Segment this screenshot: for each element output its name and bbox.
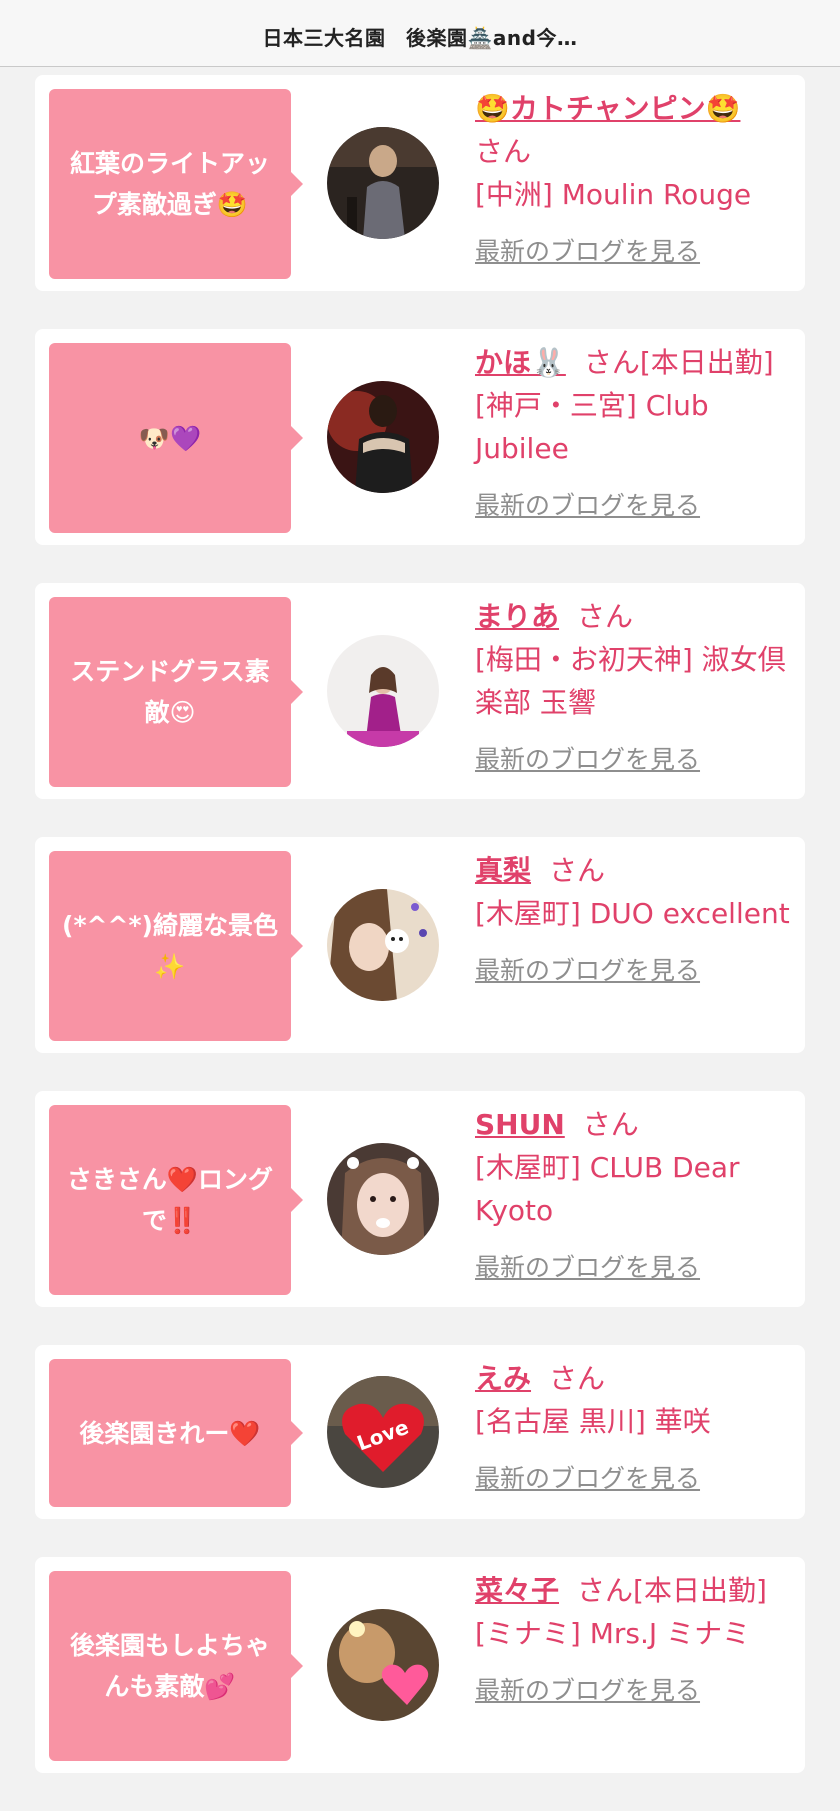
- host-name-link[interactable]: えみ: [475, 1362, 531, 1395]
- host-info: 真梨 さん [木屋町] DUO excellent 最新のブログを見る: [475, 849, 795, 992]
- avatar[interactable]: [327, 889, 439, 1001]
- list-item[interactable]: ステンドグラス素敵😍 まりあ さん [梅田・お初天神] 淑女倶楽部 玉響 最新のブ…: [35, 583, 805, 799]
- shop-name: [梅田・お初天神] 淑女倶楽部 玉響: [475, 643, 786, 719]
- list-item[interactable]: 🐶💜 かほ🐰 さん[本日出勤] [神戸・三宮] Club Jubilee 最新のブ…: [35, 329, 805, 545]
- honorific: さん: [549, 854, 606, 887]
- latest-blog-link[interactable]: 最新のブログを見る: [475, 1669, 795, 1712]
- page-title: 日本三大名園 後楽園🏯and今…: [262, 25, 578, 50]
- host-name-link[interactable]: かほ🐰: [475, 346, 566, 379]
- host-info: 菜々子 さん[本日出勤] [ミナミ] Mrs.J ミナミ 最新のブログを見る: [475, 1569, 795, 1712]
- comment-bubble: 🐶💜: [49, 343, 303, 533]
- list-item[interactable]: (*^^*)綺麗な景色✨ 真梨 さん [木屋町] DUO excellent 最新…: [35, 837, 805, 1053]
- comment-bubble: さきさん❤️ロングで‼️: [49, 1105, 303, 1295]
- host-name-link[interactable]: 真梨: [475, 854, 531, 887]
- host-name-link[interactable]: まりあ: [475, 600, 559, 633]
- shop-name: [ミナミ] Mrs.J ミナミ: [475, 1617, 751, 1650]
- avatar[interactable]: Love: [327, 1376, 439, 1488]
- comment-bubble: (*^^*)綺麗な景色✨: [49, 851, 303, 1041]
- comment-bubble: 後楽園きれー❤️: [49, 1359, 303, 1507]
- latest-blog-link[interactable]: 最新のブログを見る: [475, 484, 795, 527]
- honorific: さん[本日出勤]: [577, 1574, 767, 1607]
- host-info: 🤩カトチャンピン🤩 さん [中洲] Moulin Rouge 最新のブログを見る: [475, 87, 795, 273]
- list-item[interactable]: 後楽園きれー❤️ Love えみ さん [名古屋 黒川] 華咲 最新のブログを見る: [35, 1345, 805, 1519]
- latest-blog-link[interactable]: 最新のブログを見る: [475, 1246, 795, 1289]
- shop-name: [中洲] Moulin Rouge: [475, 178, 752, 211]
- avatar[interactable]: [327, 381, 439, 493]
- host-info: えみ さん [名古屋 黒川] 華咲 最新のブログを見る: [475, 1357, 795, 1500]
- list-item[interactable]: 後楽園もしよちゃんも素敵💕 菜々子 さん[本日出勤] [ミナミ] Mrs.J ミナ…: [35, 1557, 805, 1773]
- honorific: さん: [475, 135, 532, 168]
- blog-list: 紅葉のライトアップ素敵過ぎ🤩 🤩カトチャンピン🤩 さん [中洲] Moulin …: [35, 75, 805, 1811]
- host-name-link[interactable]: SHUN: [475, 1108, 565, 1141]
- list-item[interactable]: 紅葉のライトアップ素敵過ぎ🤩 🤩カトチャンピン🤩 さん [中洲] Moulin …: [35, 75, 805, 291]
- host-name-link[interactable]: 菜々子: [475, 1574, 559, 1607]
- avatar[interactable]: [327, 127, 439, 239]
- list-item[interactable]: さきさん❤️ロングで‼️ SHUN さん [木屋町] CLUB Dear Kyot…: [35, 1091, 805, 1307]
- host-info: まりあ さん [梅田・お初天神] 淑女倶楽部 玉響 最新のブログを見る: [475, 595, 795, 781]
- avatar[interactable]: [327, 1143, 439, 1255]
- latest-blog-link[interactable]: 最新のブログを見る: [475, 738, 795, 781]
- avatar[interactable]: [327, 1609, 439, 1721]
- comment-bubble: 紅葉のライトアップ素敵過ぎ🤩: [49, 89, 303, 279]
- honorific: さん[本日出勤]: [583, 346, 774, 379]
- avatar[interactable]: [327, 635, 439, 747]
- host-info: かほ🐰 さん[本日出勤] [神戸・三宮] Club Jubilee 最新のブログを…: [475, 341, 795, 527]
- shop-name: [神戸・三宮] Club Jubilee: [475, 389, 709, 465]
- latest-blog-link[interactable]: 最新のブログを見る: [475, 949, 795, 992]
- honorific: さん: [577, 600, 634, 633]
- shop-name: [木屋町] CLUB Dear Kyoto: [475, 1151, 740, 1227]
- comment-bubble: 後楽園もしよちゃんも素敵💕: [49, 1571, 303, 1761]
- comment-bubble: ステンドグラス素敵😍: [49, 597, 303, 787]
- host-name-link[interactable]: 🤩カトチャンピン🤩: [475, 92, 740, 125]
- top-bar: 日本三大名園 後楽園🏯and今…: [0, 0, 840, 67]
- honorific: さん: [582, 1108, 639, 1141]
- honorific: さん: [549, 1362, 606, 1395]
- latest-blog-link[interactable]: 最新のブログを見る: [475, 1457, 795, 1500]
- shop-name: [名古屋 黒川] 華咲: [475, 1405, 711, 1438]
- shop-name: [木屋町] DUO excellent: [475, 897, 790, 930]
- host-info: SHUN さん [木屋町] CLUB Dear Kyoto 最新のブログを見る: [475, 1103, 795, 1289]
- latest-blog-link[interactable]: 最新のブログを見る: [475, 230, 795, 273]
